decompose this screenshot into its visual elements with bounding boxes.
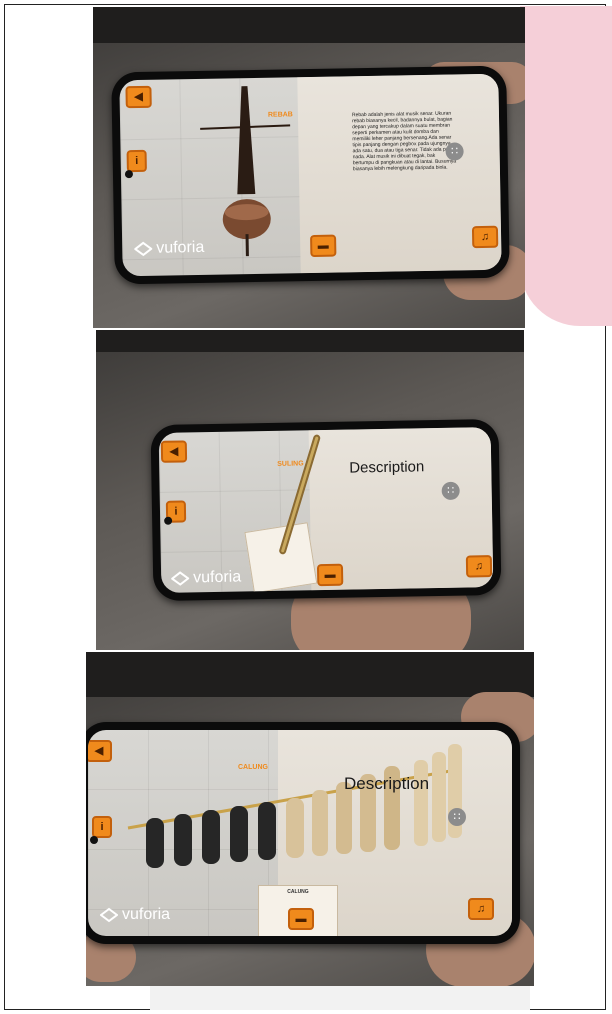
- back-arrow-icon: ◀: [94, 745, 104, 757]
- vuforia-logo: vuforia: [100, 906, 170, 924]
- logo-text: vuforia: [193, 568, 242, 587]
- watermark-band: [150, 985, 530, 1010]
- instrument-label: REBAB: [267, 111, 293, 119]
- speaker-icon: ♫: [480, 230, 490, 244]
- ar-screen: REBAB Rebab adalah jenis alat musik sena…: [119, 73, 502, 277]
- card-caption: CALUNG: [287, 889, 309, 895]
- sound-button[interactable]: ♫: [468, 898, 494, 920]
- back-arrow-icon: ◀: [169, 445, 179, 458]
- vuforia-logo: vuforia: [171, 568, 241, 587]
- sound-button[interactable]: ♫: [471, 225, 499, 249]
- camera-dot: [90, 836, 98, 844]
- logo-text: vuforia: [122, 906, 171, 923]
- photo-panel-calung: CALUNG CALUNG Description ◀ i ∷ ▬ ♫ vufo…: [86, 652, 534, 986]
- back-button[interactable]: ◀: [125, 85, 152, 109]
- ar-screen: SULING Description ◀ i ∷ ▬ ♫ vuforia: [158, 427, 494, 593]
- grid-menu-icon: ∷: [453, 811, 461, 823]
- phone: CALUNG CALUNG Description ◀ i ∷ ▬ ♫ vufo…: [86, 722, 520, 944]
- sound-button[interactable]: ♫: [465, 555, 493, 578]
- photo-panel-rebab: REBAB Rebab adalah jenis alat musik sena…: [93, 7, 525, 328]
- card-icon: ▬: [317, 239, 329, 252]
- vuforia-logo-icon: [171, 571, 190, 586]
- back-arrow-icon: ◀: [134, 90, 143, 104]
- vuforia-logo-icon: [134, 241, 153, 257]
- logo-text: vuforia: [156, 238, 205, 257]
- card-button[interactable]: ▬: [288, 908, 314, 930]
- phone: REBAB Rebab adalah jenis alat musik sena…: [111, 65, 510, 285]
- card-icon: ▬: [324, 568, 336, 582]
- suling-3d-model: [279, 434, 321, 555]
- info-icon: i: [135, 155, 139, 168]
- info-button[interactable]: i: [126, 149, 147, 173]
- back-button[interactable]: ◀: [88, 740, 112, 762]
- instrument-label: SULING: [277, 460, 304, 468]
- card-button[interactable]: ▬: [316, 563, 344, 587]
- speaker-icon: ♫: [474, 560, 484, 573]
- vuforia-logo: vuforia: [134, 239, 204, 258]
- photo-panel-suling: SULING Description ◀ i ∷ ▬ ♫ vuforia: [96, 330, 524, 650]
- description-title: Description: [349, 458, 425, 477]
- vuforia-logo-icon: [100, 907, 118, 923]
- ar-screen: CALUNG CALUNG Description ◀ i ∷ ▬ ♫ vufo…: [88, 730, 512, 936]
- info-button[interactable]: i: [92, 816, 112, 838]
- speaker-icon: ♫: [476, 903, 486, 915]
- card-button[interactable]: ▬: [310, 234, 337, 258]
- info-icon: i: [100, 821, 104, 833]
- calung-3d-model: [127, 744, 462, 868]
- menu-button[interactable]: ∷: [448, 808, 466, 826]
- instrument-label: CALUNG: [238, 764, 268, 771]
- card-icon: ▬: [295, 913, 307, 925]
- info-icon: i: [174, 505, 178, 518]
- camera-dot: [164, 516, 173, 525]
- grid-menu-icon: ∷: [451, 145, 459, 158]
- phone: SULING Description ◀ i ∷ ▬ ♫ vuforia: [150, 418, 502, 602]
- description-text: Rebab adalah jenis alat musik senar. Uku…: [351, 110, 457, 173]
- back-button[interactable]: ◀: [160, 440, 188, 463]
- description-title: Description: [344, 774, 430, 793]
- watermark-shape: [520, 6, 612, 326]
- grid-menu-icon: ∷: [447, 484, 455, 497]
